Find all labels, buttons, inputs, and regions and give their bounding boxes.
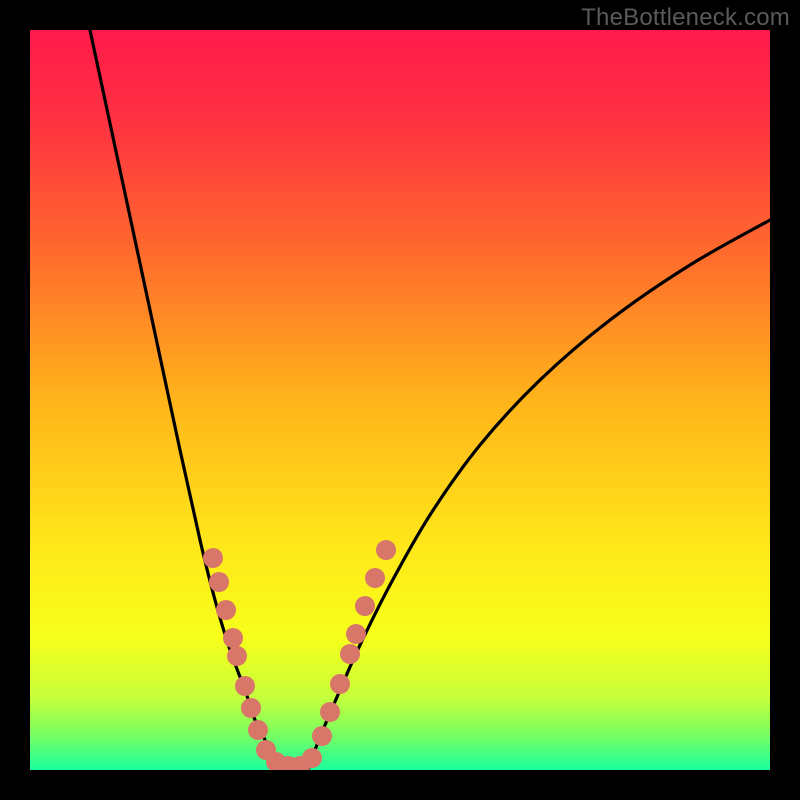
data-point-marker	[340, 644, 360, 664]
data-point-marker	[203, 548, 223, 568]
plot-frame	[30, 30, 770, 770]
data-point-marker	[209, 572, 229, 592]
chart-svg	[30, 30, 770, 770]
gradient-background	[30, 30, 770, 770]
data-point-marker	[235, 676, 255, 696]
data-point-marker	[312, 726, 332, 746]
watermark-text: TheBottleneck.com	[581, 4, 790, 32]
data-point-marker	[227, 646, 247, 666]
data-point-marker	[248, 720, 268, 740]
data-point-marker	[241, 698, 261, 718]
data-point-marker	[355, 596, 375, 616]
data-point-marker	[376, 540, 396, 560]
data-point-marker	[223, 628, 243, 648]
data-point-marker	[330, 674, 350, 694]
chart-container: TheBottleneck.com	[0, 0, 800, 800]
data-point-marker	[216, 600, 236, 620]
data-point-marker	[320, 702, 340, 722]
data-point-marker	[365, 568, 385, 588]
data-point-marker	[346, 624, 366, 644]
data-point-marker	[302, 748, 322, 768]
